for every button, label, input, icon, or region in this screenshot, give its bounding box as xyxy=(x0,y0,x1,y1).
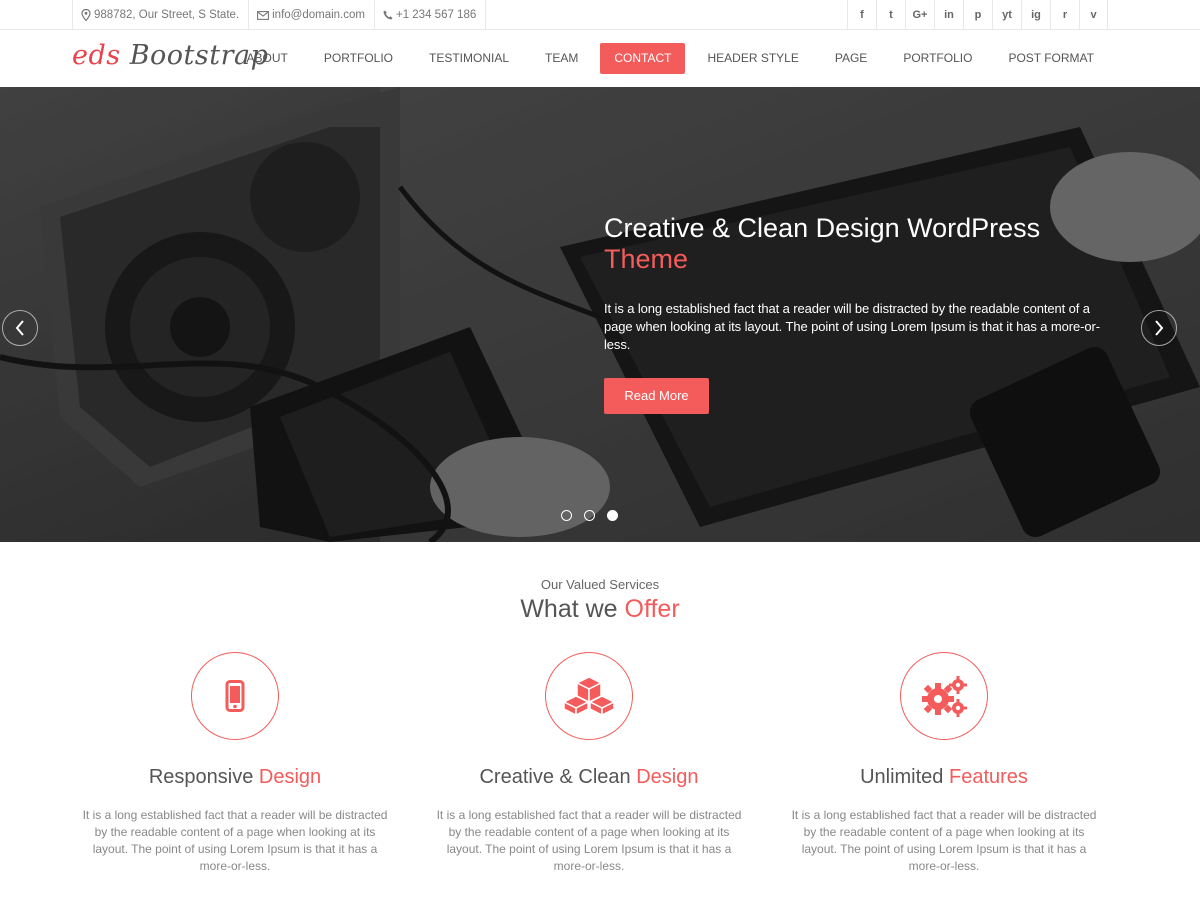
chevron-right-icon xyxy=(1155,320,1164,336)
nav-item-testimonial[interactable]: TESTIMONIAL xyxy=(415,43,523,74)
slider-indicators xyxy=(561,510,630,521)
youtube-icon[interactable]: yt xyxy=(992,0,1021,30)
phone-text: +1 234 567 186 xyxy=(395,9,477,21)
service-title-text: Creative & Clean xyxy=(479,766,631,788)
slider-next-button[interactable] xyxy=(1141,310,1177,346)
logo-accent: eds xyxy=(72,40,121,71)
nav-item-about[interactable]: ABOUT xyxy=(233,43,302,74)
service-title-accent: Design xyxy=(258,766,322,788)
linkedin-icon[interactable]: in xyxy=(934,0,963,30)
hero-text: It is a long established fact that a rea… xyxy=(604,301,1100,352)
slider-prev-button[interactable] xyxy=(2,310,38,346)
nav-item-portfolio[interactable]: PORTFOLIO xyxy=(310,43,407,74)
service-icon-circle xyxy=(900,652,988,740)
address-item: 988782, Our Street, S State. xyxy=(72,0,248,30)
nav-item-header-style[interactable]: HEADER STYLE xyxy=(693,43,812,74)
nav-item-team[interactable]: TEAM xyxy=(531,43,592,74)
envelope-icon xyxy=(257,10,270,20)
service-text: It is a long established fact that a rea… xyxy=(82,808,388,873)
nav-item-contact[interactable]: CONTACT xyxy=(600,43,686,74)
services-title: What we Offer xyxy=(0,595,1200,624)
email-item[interactable]: info@domain.com xyxy=(248,0,374,30)
service-item-creative: Creative & Clean Design It is a long est… xyxy=(424,652,754,875)
instagram-icon[interactable]: ig xyxy=(1021,0,1050,30)
service-item-unlimited: Unlimited Features It is a long establis… xyxy=(779,652,1109,875)
hero-title-accent: Theme xyxy=(604,244,689,274)
services-eyebrow: Our Valued Services xyxy=(540,577,660,592)
services-section: Our Valued Services What we Offer Respon… xyxy=(0,542,1200,900)
contact-info: 988782, Our Street, S State. info@domain… xyxy=(72,0,487,30)
service-title-text: Unlimited xyxy=(860,766,944,788)
services-title-text: What we xyxy=(520,595,618,623)
google-plus-icon[interactable]: G+ xyxy=(905,0,934,30)
service-text: It is a long established fact that a rea… xyxy=(791,808,1097,873)
facebook-icon[interactable]: f xyxy=(847,0,876,30)
main-nav: ABOUT PORTFOLIO TESTIMONIAL TEAM CONTACT… xyxy=(225,43,1108,74)
read-more-button[interactable]: Read More xyxy=(604,378,709,414)
hero-title-text: Creative & Clean Design WordPress xyxy=(604,213,1041,243)
slide-indicator-2[interactable] xyxy=(584,510,595,521)
chevron-left-icon xyxy=(15,320,24,336)
mobile-phone-icon xyxy=(225,680,245,712)
phone-icon xyxy=(383,10,393,20)
nav-item-portfolio-2[interactable]: PORTFOLIO xyxy=(889,43,986,74)
service-text: It is a long established fact that a rea… xyxy=(436,808,742,873)
gears-icon xyxy=(922,676,967,717)
address-text: 988782, Our Street, S State. xyxy=(94,9,240,21)
cubes-icon xyxy=(563,676,615,716)
service-title-text: Responsive xyxy=(148,766,254,788)
service-title: Unlimited Features xyxy=(779,766,1109,789)
hero-title: Creative & Clean Design WordPress Theme xyxy=(604,213,1114,275)
service-title-accent: Design xyxy=(636,766,699,788)
top-bar: 988782, Our Street, S State. info@domain… xyxy=(0,0,1200,30)
site-header: eds Bootstrap ABOUT PORTFOLIO TESTIMONIA… xyxy=(0,30,1200,87)
nav-item-post-format[interactable]: POST FORMAT xyxy=(994,43,1108,74)
slide-indicator-1[interactable] xyxy=(561,510,572,521)
slide-indicator-3[interactable] xyxy=(607,510,618,521)
service-title-accent: Features xyxy=(948,766,1028,788)
service-icon-circle xyxy=(191,652,279,740)
phone-item: +1 234 567 186 xyxy=(373,0,487,30)
twitter-icon[interactable]: t xyxy=(876,0,905,30)
email-text[interactable]: info@domain.com xyxy=(272,9,365,21)
social-links: f t G+ in p yt ig r v xyxy=(847,0,1108,30)
vimeo-icon[interactable]: v xyxy=(1079,0,1108,30)
hero-caption: Creative & Clean Design WordPress Theme I… xyxy=(604,213,1114,414)
service-title: Responsive Design xyxy=(70,766,400,789)
reddit-icon[interactable]: r xyxy=(1050,0,1079,30)
service-title: Creative & Clean Design xyxy=(424,766,754,789)
map-marker-icon xyxy=(81,9,91,21)
service-item-responsive: Responsive Design It is a long establish… xyxy=(70,652,400,875)
services-title-accent: Offer xyxy=(624,595,680,623)
hero-slider: Creative & Clean Design WordPress Theme I… xyxy=(0,87,1200,542)
pinterest-icon[interactable]: p xyxy=(963,0,992,30)
service-icon-circle xyxy=(545,652,633,740)
nav-item-page[interactable]: PAGE xyxy=(821,43,881,74)
